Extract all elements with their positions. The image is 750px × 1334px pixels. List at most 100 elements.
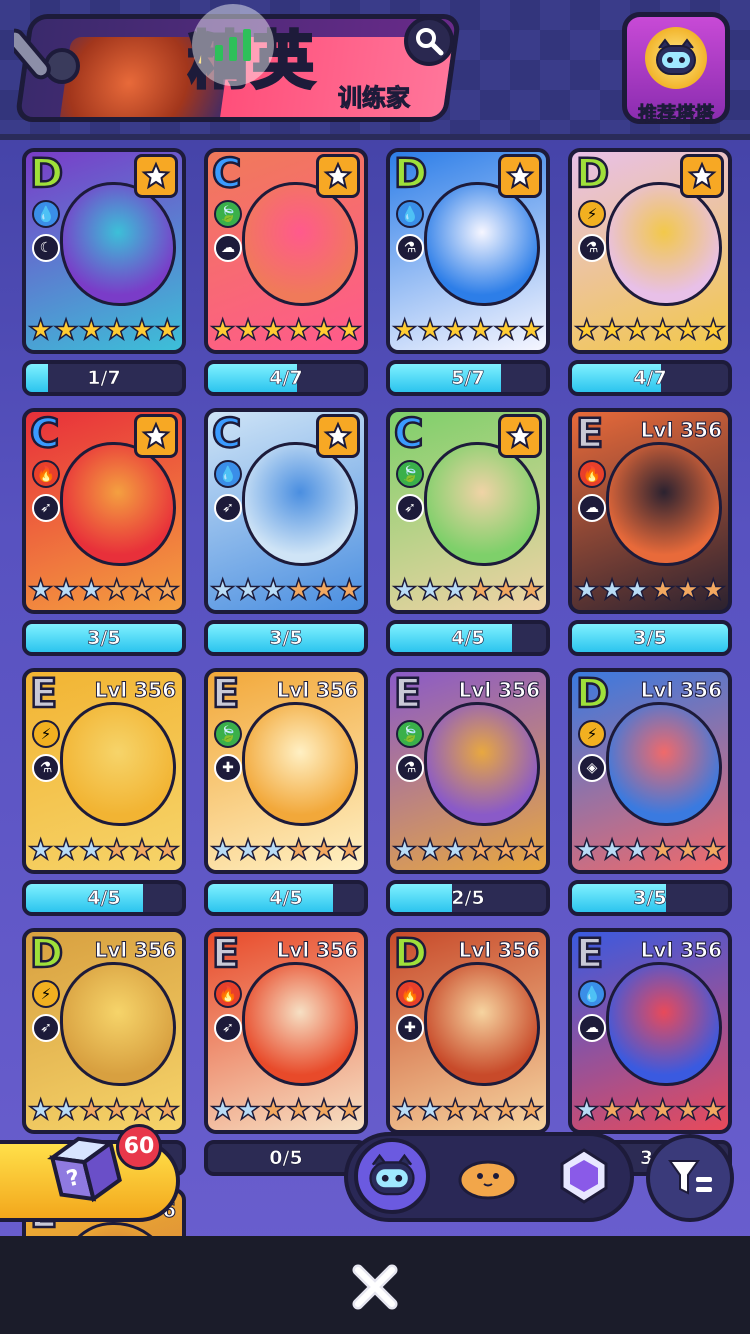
rating-star-icon: ★ <box>235 1093 262 1126</box>
favorite-star-button[interactable] <box>680 154 724 198</box>
bolt-icon: ⚡ <box>578 720 606 748</box>
rating-star-icon: ★ <box>336 1093 363 1126</box>
rating-star-icon: ★ <box>209 573 236 606</box>
monster-card[interactable]: C 🔥 ➶ ★ ★ ★ ★ ★ ★ <box>22 408 186 614</box>
monster-portrait <box>424 182 540 306</box>
monster-portrait <box>60 962 176 1086</box>
monster-card[interactable]: E Lvl 356 💧 ☁ ★ ★ ★ ★ ★ ★ <box>568 928 732 1134</box>
fire-icon: 🔥 <box>32 460 60 488</box>
favorite-star-button[interactable] <box>316 414 360 458</box>
favorite-star-button[interactable] <box>498 154 542 198</box>
star-rating: ★ ★ ★ ★ ★ ★ <box>572 1090 728 1130</box>
recommend-label: 推荐塔塔 <box>637 103 715 126</box>
monster-card[interactable]: E Lvl 356 ⚡ ⚗ ★ ★ ★ ★ ★ ★ <box>22 668 186 874</box>
rating-star-icon: ★ <box>311 833 338 866</box>
fire-icon: 🔥 <box>578 460 606 488</box>
monster-card[interactable]: D 💧 ☾ ★ ★ ★ ★ ★ ★ <box>22 148 186 354</box>
monster-card[interactable]: E Lvl 356 🍃 ⚗ ★ ★ ★ ★ ★ ★ <box>386 668 550 874</box>
progress-text: 3/5 <box>633 887 667 910</box>
monster-card[interactable]: E Lvl 356 🔥 ➶ ★ ★ ★ ★ ★ ★ <box>204 928 368 1134</box>
rating-star-icon: ★ <box>675 573 702 606</box>
rating-star-icon: ★ <box>599 833 626 866</box>
monster-card[interactable]: C 🍃 ☁ ★ ★ ★ ★ ★ ★ <box>204 148 368 354</box>
monster-card[interactable]: D Lvl 356 ⚡ ◈ ★ ★ ★ ★ ★ ★ <box>568 668 732 874</box>
monster-portrait <box>60 702 176 826</box>
progress-text: 4/7 <box>633 367 667 390</box>
level-label: Lvl 356 <box>94 938 176 963</box>
flask-icon: ⚗ <box>396 754 424 782</box>
rank-letter: C <box>29 411 61 457</box>
monster-card[interactable]: D ⚡ ⚗ ★ ★ ★ ★ ★ ★ <box>568 148 732 354</box>
rank-letter: E <box>29 671 59 717</box>
rating-star-icon: ★ <box>235 313 262 346</box>
brush-icon <box>14 28 80 84</box>
rating-star-icon: ★ <box>442 833 469 866</box>
rating-star-icon: ★ <box>700 573 727 606</box>
rating-star-icon: ★ <box>235 833 262 866</box>
tab-robot-cat[interactable] <box>354 1138 430 1214</box>
filter-button[interactable] <box>646 1134 734 1222</box>
progress-text: 3/5 <box>87 627 121 650</box>
level-label: Lvl 356 <box>94 678 176 703</box>
monster-card[interactable]: D Lvl 356 ⚡ ➶ ★ ★ ★ ★ ★ ★ <box>22 928 186 1134</box>
search-button[interactable] <box>404 16 454 66</box>
tab-crystal[interactable] <box>546 1138 622 1214</box>
favorite-star-button[interactable] <box>498 414 542 458</box>
bread-icon <box>458 1160 518 1200</box>
shard-progress-bar: 3/5 <box>204 620 368 656</box>
bolt-icon: ⚡ <box>578 200 606 228</box>
rank-letter: C <box>393 411 425 457</box>
stats-overlay-button[interactable] <box>192 4 274 86</box>
rating-star-icon: ★ <box>154 573 181 606</box>
monster-portrait <box>424 962 540 1086</box>
rating-star-icon: ★ <box>209 313 236 346</box>
rating-star-icon: ★ <box>209 833 236 866</box>
rating-star-icon: ★ <box>285 1093 312 1126</box>
monster-portrait <box>60 1222 176 1236</box>
close-button[interactable] <box>346 1258 404 1316</box>
monster-card[interactable]: E Lvl 356 🍃 ✚ ★ ★ ★ ★ ★ ★ <box>204 668 368 874</box>
rating-star-icon: ★ <box>649 313 676 346</box>
water-icon: 💧 <box>578 980 606 1008</box>
level-label: Lvl 356 <box>640 418 722 443</box>
favorite-star-button[interactable] <box>134 154 178 198</box>
card-grid: D 💧 ☾ ★ ★ ★ ★ ★ ★ 1/7 C 🍃 ☁ ★ ★ ★ ★ ★ ★ 4/7 D 💧 ⚗ ★ ★ ★ ★ ★ ★ 5/7 D ⚡ ⚗ ★… <box>0 140 750 1236</box>
monster-card[interactable]: E Lvl 356 🔥 ☁ ★ ★ ★ ★ ★ ★ <box>568 408 732 614</box>
rating-star-icon: ★ <box>700 313 727 346</box>
mystery-box-icon[interactable]: ? <box>40 1120 130 1210</box>
runner-icon: ➶ <box>396 494 424 522</box>
eye-icon: ◈ <box>578 754 606 782</box>
monster-card[interactable]: C 🍃 ➶ ★ ★ ★ ★ ★ ★ <box>386 408 550 614</box>
tab-bread[interactable] <box>450 1138 526 1214</box>
star-rating: ★ ★ ★ ★ ★ ★ <box>208 1090 364 1130</box>
rating-star-icon: ★ <box>260 573 287 606</box>
monster-card[interactable]: C 💧 ➶ ★ ★ ★ ★ ★ ★ <box>204 408 368 614</box>
monster-card[interactable]: D 💧 ⚗ ★ ★ ★ ★ ★ ★ <box>386 148 550 354</box>
rating-star-icon: ★ <box>649 833 676 866</box>
progress-text: 0/5 <box>269 1147 303 1170</box>
shard-progress-bar: 4/7 <box>204 360 368 396</box>
rating-star-icon: ★ <box>103 313 130 346</box>
monster-card[interactable]: D Lvl 356 🔥 ✚ ★ ★ ★ ★ ★ ★ <box>386 928 550 1134</box>
rating-star-icon: ★ <box>624 573 651 606</box>
progress-text: 4/7 <box>269 367 303 390</box>
rating-star-icon: ★ <box>260 313 287 346</box>
monster-portrait <box>606 702 722 826</box>
monster-portrait <box>242 442 358 566</box>
favorite-star-button[interactable] <box>134 414 178 458</box>
rating-star-icon: ★ <box>27 573 54 606</box>
recommend-button[interactable]: 推荐塔塔 <box>622 12 730 126</box>
star-icon <box>505 161 535 190</box>
rating-star-icon: ★ <box>649 1093 676 1126</box>
robot-cat-icon <box>369 1153 415 1196</box>
star-rating: ★ ★ ★ ★ ★ ★ <box>390 1090 546 1130</box>
rating-star-icon: ★ <box>285 573 312 606</box>
rating-star-icon: ★ <box>649 573 676 606</box>
progress-text: 5/7 <box>451 367 485 390</box>
close-icon <box>352 1264 398 1310</box>
rating-star-icon: ★ <box>336 313 363 346</box>
favorite-star-button[interactable] <box>316 154 360 198</box>
shard-progress-bar: 3/5 <box>22 620 186 656</box>
robot-cat-icon <box>645 27 707 89</box>
rating-star-icon: ★ <box>154 313 181 346</box>
